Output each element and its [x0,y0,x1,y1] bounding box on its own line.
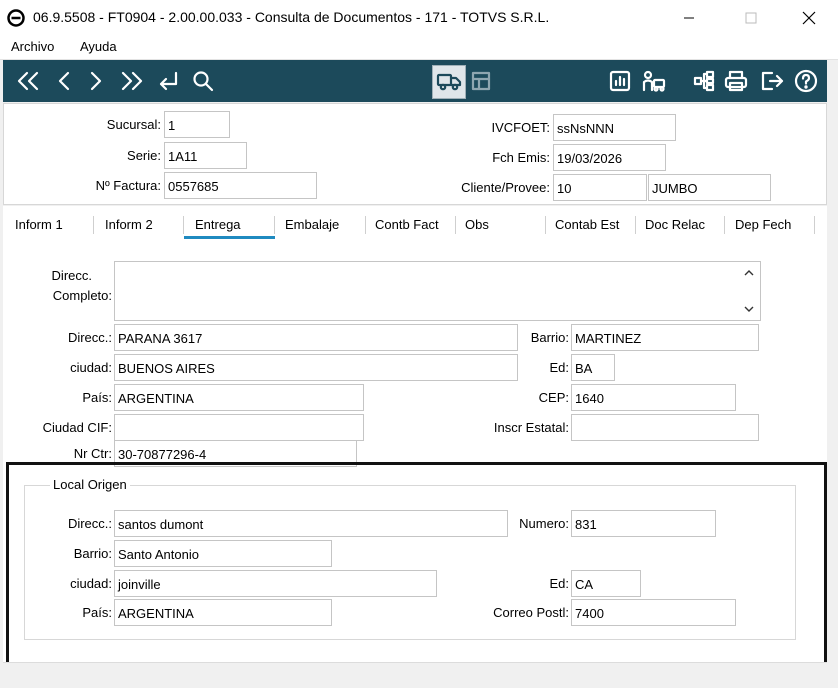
app-logo-icon [7,9,25,27]
serie-label: Serie: [127,148,161,163]
cep-label: CEP: [538,390,569,405]
chevron-right-icon [90,71,102,91]
last-record-button[interactable] [117,66,147,96]
layout-view-button[interactable] [466,66,496,96]
tab-doc-relac[interactable]: Doc Relac [645,217,705,232]
cliente-label: Cliente/Provee: [461,180,550,195]
tab-separator [635,216,636,234]
document-header-panel: Sucursal: 1 Serie: 1A11 Nº Factura: 0557… [3,103,827,205]
window-title: 06.9.5508 - FT0904 - 2.00.00.033 - Consu… [33,9,550,25]
inscr-estatal-field[interactable] [571,414,759,441]
close-button[interactable] [786,0,832,36]
barrio-field[interactable]: MARTINEZ [571,324,759,351]
factura-field[interactable]: 0557685 [164,172,317,199]
tab-contab-est[interactable]: Contab Est [555,217,619,232]
direcc-label: Direcc.: [67,330,112,345]
ivcfoet-label: IVCFOET: [491,120,550,135]
hierarchy-button[interactable] [689,66,719,96]
report-button[interactable] [605,66,635,96]
tab-separator [183,216,184,234]
ciudad-cif-label: Ciudad CIF: [42,420,112,435]
tab-bar: Inform 1 Inform 2 Entrega Embalaje Contb… [3,206,827,242]
next-record-button[interactable] [81,66,111,96]
tab-dep-fech[interactable]: Dep Fech [735,217,791,232]
ciudad-field[interactable]: BUENOS AIRES [114,354,518,381]
ciudad-label: ciudad: [70,360,112,375]
hierarchy-icon [693,70,715,92]
tab-separator [724,216,725,234]
scroll-down-icon[interactable] [742,302,756,316]
tab-separator [365,216,366,234]
first-record-button[interactable] [13,66,43,96]
sucursal-field[interactable]: 1 [164,111,230,138]
menu-bar: Archivo Ayuda [0,36,838,60]
title-bar: 06.9.5508 - FT0904 - 2.00.00.033 - Consu… [0,0,838,36]
double-chevron-right-icon [121,71,143,91]
search-icon [193,71,214,92]
tab-entrega[interactable]: Entrega [195,217,241,232]
scroll-up-icon[interactable] [742,266,756,280]
delivery-person-icon [642,70,666,92]
tab-separator [545,216,546,234]
inscr-estatal-label: Inscr Estatal: [493,420,569,435]
menu-ayuda[interactable]: Ayuda [80,39,117,54]
return-button[interactable] [153,66,183,96]
direcc-completo-label-line2: Completo: [52,288,112,303]
pais-field[interactable]: ARGENTINA [114,384,364,411]
exit-button[interactable] [757,66,787,96]
active-tab-indicator [184,236,275,239]
double-chevron-left-icon [17,71,39,91]
cep-field[interactable]: 1640 [571,384,736,411]
tab-embalaje[interactable]: Embalaje [285,217,339,232]
tab-separator [93,216,94,234]
help-icon [794,69,818,93]
highlight-box [6,462,827,671]
pais-label: País: [82,390,112,405]
exit-icon [761,71,784,91]
print-button[interactable] [721,66,751,96]
previous-record-button[interactable] [49,66,79,96]
direcc-field[interactable]: PARANA 3617 [114,324,518,351]
close-icon [802,11,816,25]
chevron-left-icon [58,71,70,91]
shipping-button[interactable] [639,66,669,96]
ed-field[interactable]: BA [571,354,615,381]
minimize-button[interactable] [666,0,712,36]
direcc-completo-textarea[interactable] [114,261,761,321]
bar-chart-icon [609,70,631,92]
tab-inform-2[interactable]: Inform 2 [105,217,153,232]
tab-inform-1[interactable]: Inform 1 [15,217,63,232]
ed-label: Ed: [549,360,569,375]
sucursal-label: Sucursal: [106,117,161,132]
fch-emis-label: Fch Emis: [492,150,550,165]
barrio-label: Barrio: [530,330,569,345]
truck-icon [436,73,462,91]
layout-grid-icon [471,71,491,91]
maximize-button[interactable] [728,0,774,36]
factura-label: Nº Factura: [95,178,161,193]
minimize-icon [684,17,694,19]
cliente-name-field[interactable]: JUMBO [648,174,771,201]
tab-separator [274,216,275,234]
toolbar [3,60,827,102]
nr-ctr-label: Nr Ctr: [73,446,112,461]
menu-archivo[interactable]: Archivo [11,39,54,54]
tab-separator [455,216,456,234]
bottom-strip [3,662,827,688]
search-button[interactable] [188,66,218,96]
tab-obs[interactable]: Obs [465,217,489,232]
maximize-icon [745,12,757,24]
fch-emis-field[interactable]: 19/03/2026 [553,144,666,171]
ciudad-cif-field[interactable] [114,414,364,441]
ivcfoet-field[interactable]: ssNsNNN [553,114,676,141]
return-arrow-icon [159,71,178,91]
direcc-completo-label-line1: Direcc. [51,268,92,283]
serie-field[interactable]: 1A11 [164,142,247,169]
delivery-view-button[interactable] [432,65,466,99]
printer-icon [724,70,748,92]
help-button[interactable] [791,66,821,96]
tab-contb-fact[interactable]: Contb Fact [375,217,439,232]
tab-separator [814,216,815,234]
cliente-code-field[interactable]: 10 [553,174,647,201]
